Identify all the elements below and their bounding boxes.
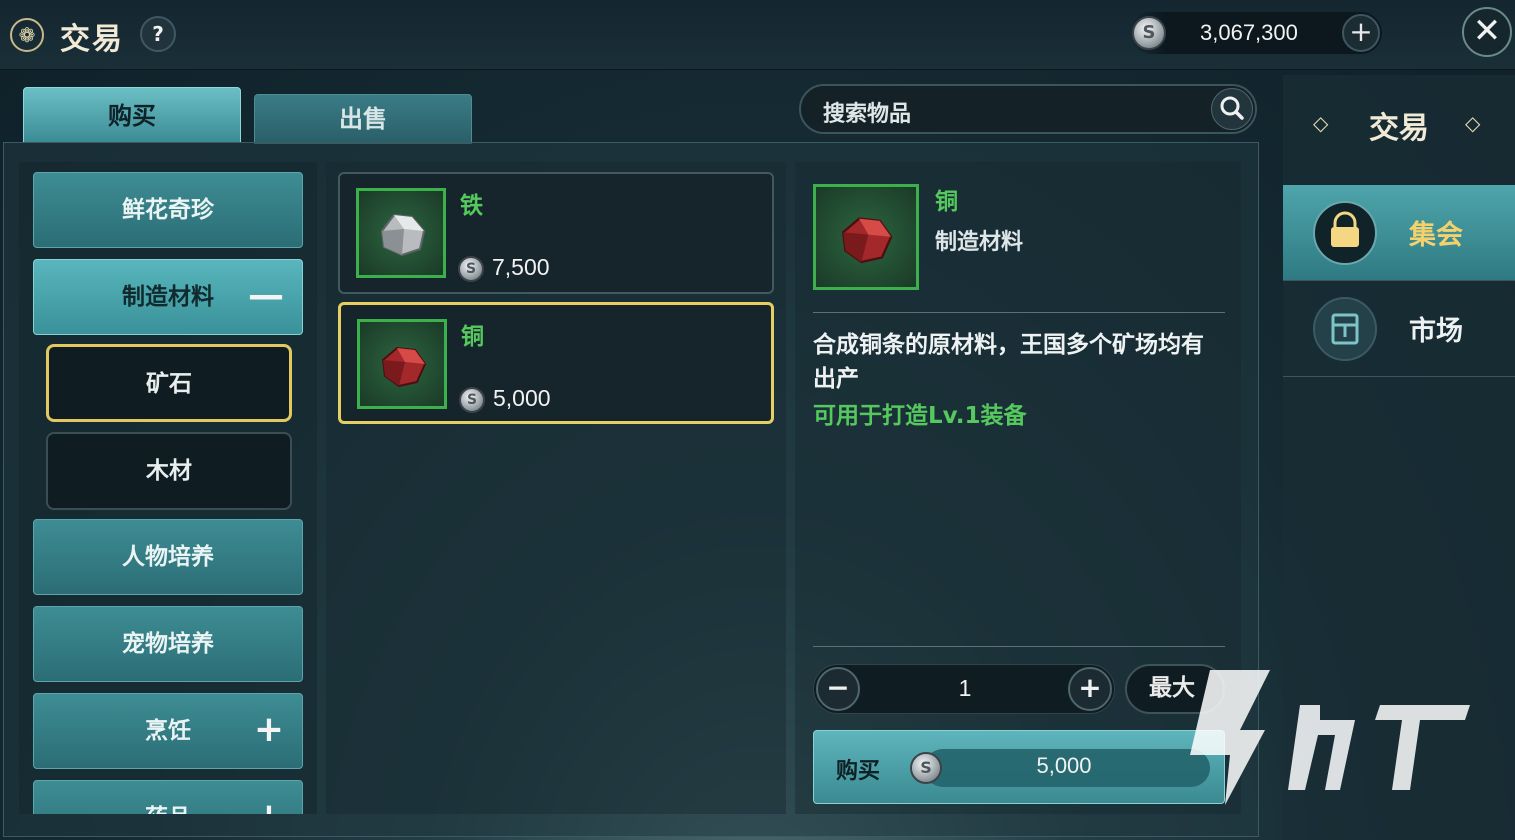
shopping-bag-icon [1313, 201, 1377, 265]
divider [813, 312, 1225, 313]
category-label: 宠物培养 [122, 631, 214, 657]
side-nav-label: 集会 [1409, 220, 1463, 251]
item-price: 5,000 [493, 385, 551, 411]
silver-coin-icon: S [1132, 16, 1166, 50]
item-icon-frame [356, 188, 446, 278]
add-currency-button[interactable]: + [1342, 14, 1380, 52]
item-price: 7,500 [492, 254, 550, 280]
trade-emblem-icon: ❁ [10, 18, 44, 52]
quantity-stepper: 1 − + [813, 664, 1115, 714]
tab-sell[interactable]: 出售 [254, 94, 472, 144]
divider [813, 646, 1225, 647]
list-item-copper[interactable]: 铜 S 5,000 [338, 302, 774, 424]
watermark-logo [1190, 670, 1470, 805]
category-label: 人物培养 [122, 544, 214, 570]
category-crafting-materials[interactable]: 制造材料 — [33, 259, 303, 335]
detail-usage: 可用于打造Lv.1装备 [813, 403, 1027, 429]
iron-ore-icon [380, 213, 426, 257]
collapse-icon: — [248, 275, 284, 316]
category-label: 制造材料 [122, 284, 214, 310]
silver-coin-icon: S [459, 387, 485, 413]
detail-item-type: 制造材料 [935, 230, 1024, 255]
subcategory-ore[interactable]: 矿石 [46, 344, 292, 422]
search-placeholder: 搜索物品 [823, 102, 912, 127]
category-list: 鲜花奇珍 制造材料 — 矿石 木材 人物培养 宠物培养 烹饪 + 药品 + [19, 162, 317, 814]
copper-ore-icon [381, 346, 427, 388]
detail-icon-frame [813, 184, 919, 290]
ornament-right-icon: ◇ [1465, 111, 1481, 135]
category-flowers[interactable]: 鲜花奇珍 [33, 172, 303, 248]
market-stall-icon [1313, 297, 1377, 361]
help-button[interactable]: ? [140, 16, 176, 52]
currency-display: S 3,067,300 + [1130, 12, 1382, 54]
category-label: 药品 [145, 805, 191, 814]
subcategory-wood[interactable]: 木材 [46, 432, 292, 510]
detail-description: 合成铜条的原材料，王国多个矿场均有出产 [813, 332, 1204, 392]
buy-label: 购买 [836, 759, 881, 784]
item-name: 铜 [461, 324, 484, 350]
close-button[interactable]: ✕ [1462, 7, 1512, 57]
increase-quantity-button[interactable]: + [1068, 667, 1112, 711]
expand-icon: + [253, 709, 284, 750]
category-label: 鲜花奇珍 [122, 197, 214, 223]
top-bar: ❁ 交易 ? S 3,067,300 + ✕ [0, 0, 1515, 70]
side-nav-market[interactable]: 市场 [1283, 281, 1515, 377]
item-list: 铁 S 7,500 铜 S 5,000 [326, 162, 786, 814]
tab-buy[interactable]: 购买 [23, 87, 241, 143]
category-medicine[interactable]: 药品 + [33, 780, 303, 814]
currency-amount: 3,067,300 [1200, 20, 1298, 45]
side-nav-gathering[interactable]: 集会 [1283, 185, 1515, 281]
copper-ore-icon [841, 217, 893, 264]
list-item-iron[interactable]: 铁 S 7,500 [338, 172, 774, 294]
buy-button[interactable]: 购买 S 5,000 [813, 730, 1225, 804]
buy-total-price: 5,000 [1036, 753, 1092, 778]
item-name: 铁 [460, 193, 483, 219]
item-icon-frame [357, 319, 447, 409]
detail-item-name: 铜 [935, 189, 958, 215]
search-input[interactable]: 搜索物品 [799, 84, 1257, 134]
category-label: 烹饪 [145, 718, 191, 744]
search-button[interactable] [1211, 88, 1253, 130]
category-pet-growth[interactable]: 宠物培养 [33, 606, 303, 682]
category-character-growth[interactable]: 人物培养 [33, 519, 303, 595]
decrease-quantity-button[interactable]: − [816, 667, 860, 711]
silver-coin-icon: S [458, 256, 484, 282]
search-icon [1220, 96, 1244, 120]
expand-icon: + [254, 781, 284, 814]
page-title: 交易 [60, 22, 124, 57]
side-nav-label: 市场 [1409, 316, 1463, 347]
silver-coin-icon: S [910, 752, 942, 784]
category-cooking[interactable]: 烹饪 + [33, 693, 303, 769]
